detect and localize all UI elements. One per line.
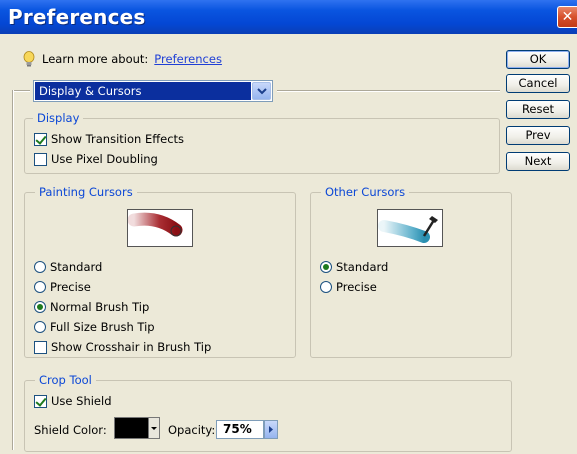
show-transition-effects-checkbox[interactable]: Show Transition Effects xyxy=(34,132,184,146)
chevron-down-icon[interactable] xyxy=(252,82,271,100)
dialog-body: Learn more about: Preferences Display & … xyxy=(0,34,577,454)
checkbox-box[interactable] xyxy=(34,132,47,146)
painting-full-size-brush-tip-radio[interactable]: Full Size Brush Tip xyxy=(34,320,155,334)
section-dropdown[interactable]: Display & Cursors xyxy=(33,80,273,102)
painting-normal-brush-tip-label: Normal Brush Tip xyxy=(50,300,150,314)
other-standard-label: Standard xyxy=(336,260,389,274)
shield-color-dropdown[interactable] xyxy=(148,417,160,439)
painting-precise-radio[interactable]: Precise xyxy=(34,280,91,294)
window-title: Preferences xyxy=(8,5,146,29)
display-group-title: Display xyxy=(33,111,84,125)
other-cursors-title: Other Cursors xyxy=(321,185,410,199)
chevron-right-icon xyxy=(269,426,273,433)
radio-circle[interactable] xyxy=(34,261,46,273)
checkbox-box[interactable] xyxy=(34,340,47,354)
separator-line xyxy=(277,90,500,92)
opacity-input[interactable]: 75% xyxy=(216,420,264,439)
brush-stroke-icon xyxy=(127,212,183,237)
painting-standard-label: Standard xyxy=(50,260,103,274)
other-standard-radio[interactable]: Standard xyxy=(320,260,388,274)
use-shield-checkbox[interactable]: Use Shield xyxy=(34,394,112,408)
reset-button[interactable]: Reset xyxy=(506,100,570,119)
crop-tool-group: Crop Tool xyxy=(24,373,512,452)
painting-cursor-preview xyxy=(127,209,193,247)
learn-more-row: Learn more about: Preferences xyxy=(22,51,222,67)
checkbox-box[interactable] xyxy=(34,152,47,166)
separator-line xyxy=(12,90,30,92)
eyedropper-stroke-icon xyxy=(378,216,438,243)
radio-circle[interactable] xyxy=(34,281,46,293)
opacity-label: Opacity: xyxy=(168,423,216,437)
use-pixel-doubling-checkbox[interactable]: Use Pixel Doubling xyxy=(34,152,158,166)
show-transition-effects-label: Show Transition Effects xyxy=(51,132,185,146)
learn-more-label: Learn more about: xyxy=(42,52,149,66)
radio-circle[interactable] xyxy=(320,281,332,293)
prev-button[interactable]: Prev xyxy=(506,126,570,145)
preferences-help-link[interactable]: Preferences xyxy=(154,52,222,66)
painting-precise-label: Precise xyxy=(50,280,91,294)
painting-normal-brush-tip-radio[interactable]: Normal Brush Tip xyxy=(34,300,149,314)
use-pixel-doubling-label: Use Pixel Doubling xyxy=(51,152,158,166)
painting-standard-radio[interactable]: Standard xyxy=(34,260,102,274)
radio-circle[interactable] xyxy=(34,301,46,313)
other-precise-radio[interactable]: Precise xyxy=(320,280,377,294)
next-button[interactable]: Next xyxy=(506,152,570,171)
chevron-down-icon xyxy=(151,427,157,430)
title-bar[interactable]: Preferences ✕ xyxy=(0,0,577,34)
use-shield-label: Use Shield xyxy=(51,394,112,408)
other-precise-label: Precise xyxy=(336,280,377,294)
crop-tool-title: Crop Tool xyxy=(35,373,96,387)
opacity-slider-button[interactable] xyxy=(264,420,278,439)
other-cursor-preview xyxy=(377,209,443,247)
checkbox-box[interactable] xyxy=(34,394,47,408)
section-dropdown-value: Display & Cursors xyxy=(35,82,251,100)
ok-button[interactable]: OK xyxy=(506,50,570,69)
cancel-button[interactable]: Cancel xyxy=(506,74,570,93)
radio-circle[interactable] xyxy=(320,261,332,273)
close-button[interactable]: ✕ xyxy=(557,6,577,28)
lightbulb-icon xyxy=(23,51,35,67)
painting-cursors-title: Painting Cursors xyxy=(35,185,137,199)
show-crosshair-label: Show Crosshair in Brush Tip xyxy=(51,340,212,354)
radio-circle[interactable] xyxy=(34,321,46,333)
show-crosshair-checkbox[interactable]: Show Crosshair in Brush Tip xyxy=(34,340,211,354)
painting-full-size-brush-tip-label: Full Size Brush Tip xyxy=(50,320,155,334)
shield-color-label: Shield Color: xyxy=(34,423,107,437)
separator-line-vertical xyxy=(12,90,14,450)
